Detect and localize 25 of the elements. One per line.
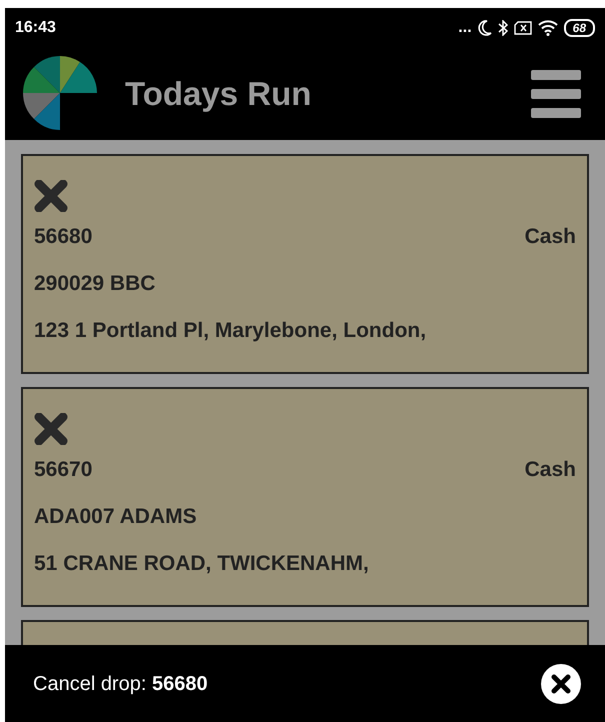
drop-card[interactable]	[21, 620, 589, 645]
drop-address: 123 1 Portland Pl, Marylebone, London,	[34, 318, 428, 344]
moon-icon	[478, 20, 492, 36]
drop-number: 56680	[34, 224, 92, 250]
drop-card[interactable]: 56670 Cash ADA007 ADAMS 51 CRANE ROAD, TWICKENAHM,	[21, 387, 589, 607]
drop-address: 51 CRANE ROAD, TWICKENAHM,	[34, 551, 370, 577]
close-icon[interactable]	[541, 664, 581, 704]
wifi-icon	[538, 20, 558, 36]
customer-name: 290029 BBC	[34, 271, 156, 297]
snackbar-message: Cancel drop: 56680	[33, 672, 208, 696]
cancel-icon[interactable]	[34, 413, 68, 445]
status-time: 16:43	[15, 18, 56, 38]
sim-icon	[514, 21, 532, 35]
status-dots: ...	[458, 20, 472, 36]
menu-icon[interactable]	[531, 70, 581, 118]
drop-number: 56670	[34, 457, 92, 483]
payment-type: Cash	[524, 224, 576, 250]
page-title: Todays Run	[125, 74, 312, 114]
cancel-icon[interactable]	[34, 180, 68, 212]
logo-icon	[22, 55, 98, 133]
customer-name: ADA007 ADAMS	[34, 504, 198, 530]
drop-card[interactable]: 56680 Cash 290029 BBC 123 1 Portland Pl, Marylebone, London,	[21, 154, 589, 374]
battery-icon: 68	[564, 19, 595, 37]
bluetooth-icon	[498, 20, 508, 36]
payment-type: Cash	[524, 457, 576, 483]
